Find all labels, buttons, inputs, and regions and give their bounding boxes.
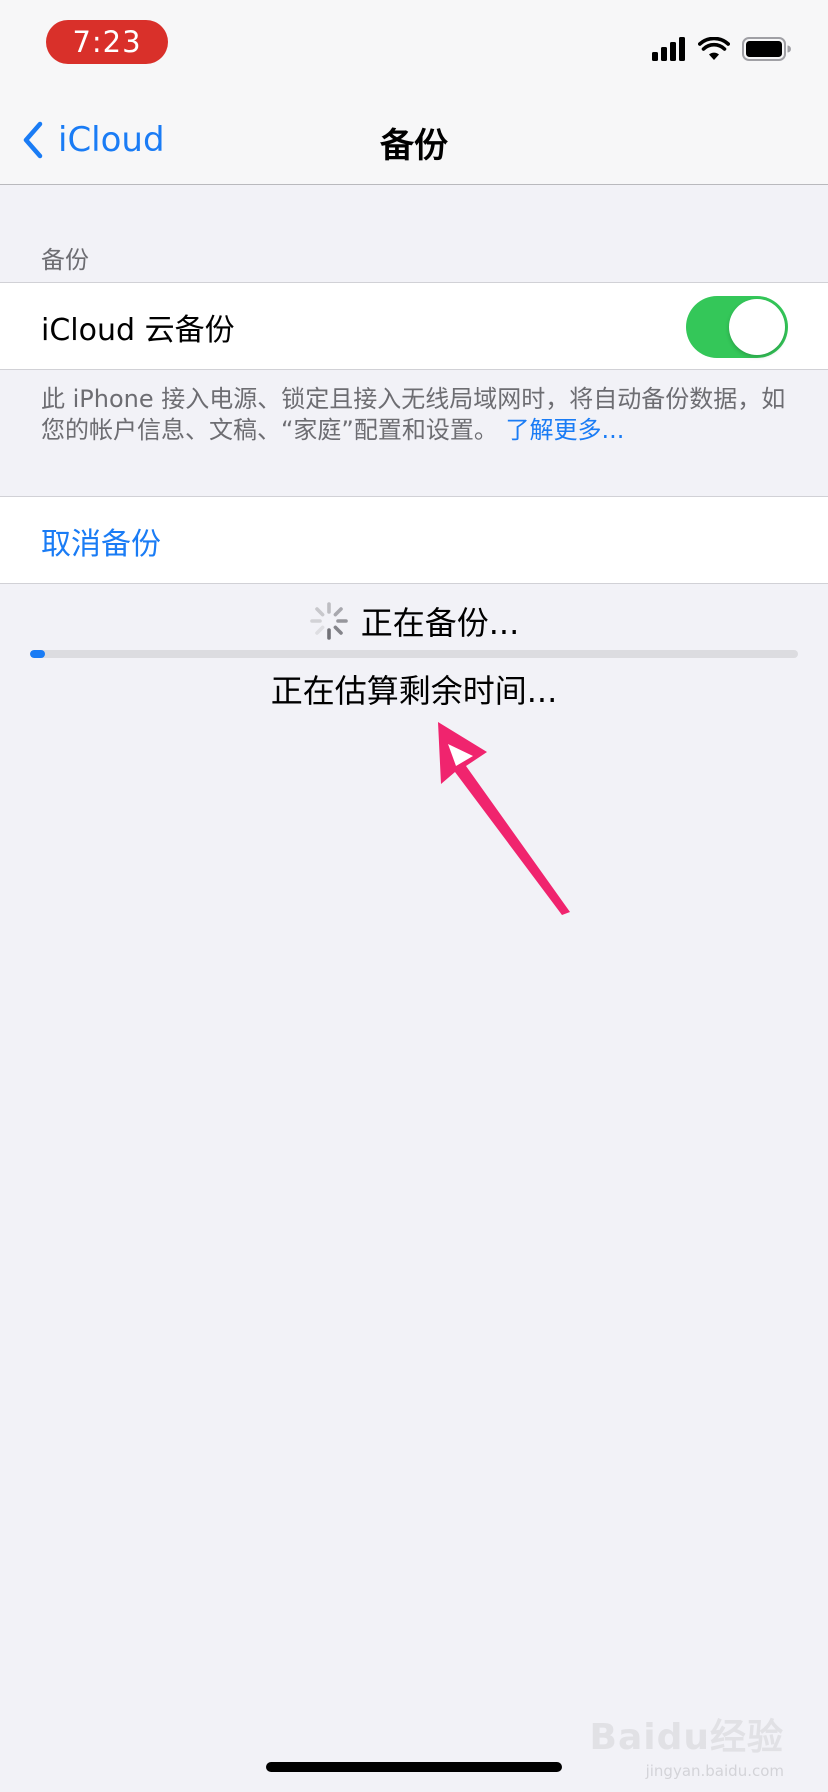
time-estimate-text: 正在估算剩余时间... [270, 672, 558, 710]
icloud-backup-toggle[interactable] [686, 296, 788, 358]
watermark-main: Baidu经验 [589, 1717, 784, 1758]
cellular-signal-icon [652, 37, 685, 61]
annotation-arrow-icon [438, 722, 570, 915]
icloud-backup-cell: iCloud 云备份 [0, 282, 828, 370]
spinner-icon [309, 602, 348, 640]
section-header: 备份 [41, 246, 89, 274]
backup-status-text: 正在备份... [360, 604, 520, 642]
baidu-watermark: Baidu经验 jingyan.baidu.com [590, 1708, 784, 1780]
learn-more-link[interactable]: 了解更多... [506, 416, 625, 444]
wifi-icon [698, 37, 730, 60]
status-bar: 7:23 [0, 0, 828, 96]
backup-footer-note: 此 iPhone 接入电源、锁定且接入无线局域网时，将自动备份数据，如您的帐户信… [41, 384, 791, 446]
backup-status: 正在备份... [0, 598, 828, 644]
page-title: 备份 [380, 126, 448, 166]
navigation-bar: iCloud 备份 [0, 96, 828, 185]
status-icons [652, 34, 792, 64]
icloud-backup-label: iCloud 云备份 [41, 313, 235, 348]
status-time: 7:23 [46, 20, 168, 64]
watermark-sub: jingyan.baidu.com [645, 1762, 784, 1780]
cancel-backup-button[interactable]: 取消备份 [41, 519, 161, 563]
cancel-backup-cell[interactable]: 取消备份 [0, 496, 828, 584]
progress-fill [30, 650, 46, 658]
home-indicator[interactable] [266, 1762, 562, 1772]
backup-progress-bar [30, 650, 798, 658]
toggle-knob [729, 299, 785, 355]
footer-text: 此 iPhone 接入电源、锁定且接入无线局域网时，将自动备份数据，如您的帐户信… [41, 385, 786, 444]
battery-icon [742, 37, 791, 61]
